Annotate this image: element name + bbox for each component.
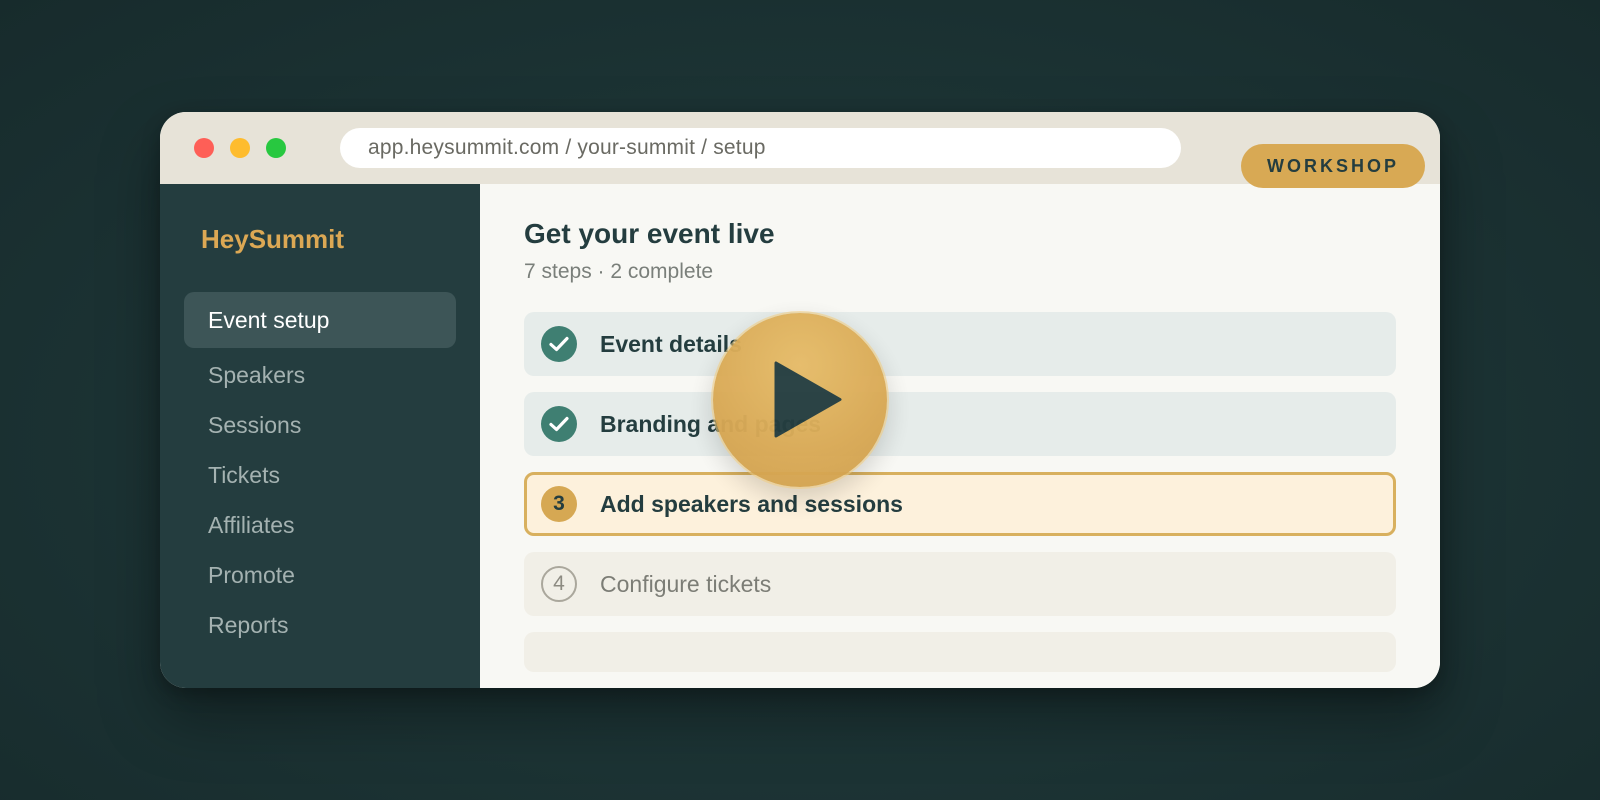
sidebar-item-reports[interactable]: Reports (208, 612, 289, 639)
workshop-badge: WORKSHOP (1241, 144, 1425, 188)
play-button[interactable] (713, 313, 887, 487)
progress-summary: 7 steps · 2 complete (524, 260, 714, 283)
sidebar-item-label: Event setup (208, 307, 330, 333)
step-branding-and-pages[interactable]: Branding and pages (524, 392, 1396, 456)
brand-logo: HeySummit (201, 224, 345, 254)
step-add-speakers-and-sessions[interactable]: 3 Add speakers and sessions (524, 472, 1396, 536)
page-title: Get your event live (524, 218, 775, 249)
sidebar-item-event-setup[interactable]: Event setup (184, 292, 456, 348)
address-bar[interactable]: app.heysummit.com / your-summit / setup (340, 128, 1181, 168)
step-event-details[interactable]: Event details (524, 312, 1396, 376)
step-configure-tickets[interactable]: 4 Configure tickets (524, 552, 1396, 616)
play-icon (774, 361, 842, 438)
step-number-badge: 3 (541, 486, 577, 522)
step-number-badge: 4 (541, 566, 577, 602)
sidebar: HeySummit Event setup Speakers Sessions … (160, 184, 480, 688)
check-icon (541, 326, 577, 362)
sidebar-item-affiliates[interactable]: Affiliates (208, 512, 295, 539)
sidebar-item-sessions[interactable]: Sessions (208, 412, 301, 439)
sidebar-item-tickets[interactable]: Tickets (208, 462, 280, 489)
sidebar-item-promote[interactable]: Promote (208, 562, 295, 589)
step-placeholder[interactable] (524, 632, 1396, 672)
maximize-window-button[interactable] (266, 138, 286, 158)
main-content: Get your event live 7 steps · 2 complete… (480, 184, 1440, 688)
check-icon (541, 406, 577, 442)
close-window-button[interactable] (194, 138, 214, 158)
minimize-window-button[interactable] (230, 138, 250, 158)
step-label: Configure tickets (600, 571, 772, 597)
sidebar-item-speakers[interactable]: Speakers (208, 362, 305, 389)
